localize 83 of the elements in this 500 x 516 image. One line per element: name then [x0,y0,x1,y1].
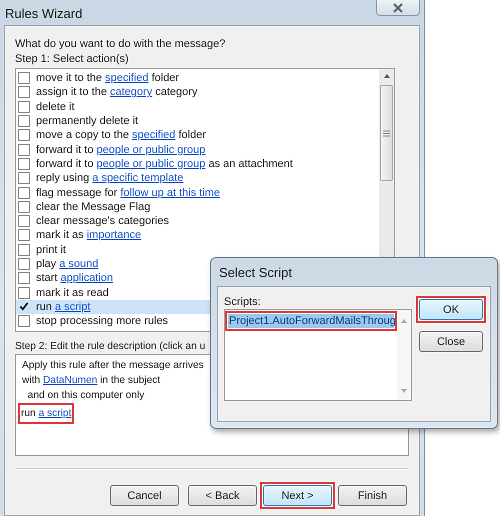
link[interactable]: a specific template [92,172,184,184]
dialog-title: Select Script [218,264,293,282]
list-item[interactable]: forward it to people or public group [16,142,379,157]
checkbox[interactable] [18,186,30,199]
action-label: clear message's categories [36,215,169,228]
list-item[interactable]: delete it [16,100,379,114]
list-item[interactable]: assign it to the category category [16,85,379,100]
list-item[interactable]: flag message for follow up at this time [16,185,379,200]
action-label: start application [36,272,114,284]
link[interactable]: application [60,272,114,284]
list-item[interactable]: clear message's categories [16,214,379,228]
checkbox[interactable] [18,215,30,228]
dialog-button[interactable]: Finish [338,485,407,506]
action-label: clear the Message Flag [36,200,150,213]
action-label: forward it to people or public group [36,144,206,156]
list-item[interactable]: move it to the specified folder [16,71,379,86]
checkbox[interactable] [18,200,30,213]
action-label: play a sound [36,258,98,270]
grip-icon [383,130,390,136]
link[interactable]: a script [38,408,72,419]
link[interactable]: DataNumen [42,375,98,386]
scroll-up-icon[interactable] [382,73,390,79]
action-label: move a copy to the specified folder [36,129,206,142]
action-label: mark it as importance [36,229,142,242]
checkbox[interactable] [18,158,30,170]
list-item[interactable]: permanently delete it [16,114,379,128]
checkbox[interactable] [18,229,30,242]
action-label: reply using a specific template [36,172,184,184]
link[interactable]: specified [105,72,149,84]
action-label: delete it [36,100,75,113]
link[interactable]: importance [86,229,142,242]
list-item[interactable]: mark it as importance [16,228,379,243]
checkbox[interactable] [18,300,30,313]
action-label: stop processing more rules [36,315,168,328]
checkbox[interactable] [18,115,30,128]
dialog-button[interactable]: < Back [188,485,257,506]
checkbox[interactable] [18,258,30,270]
checkbox[interactable] [18,86,30,98]
link[interactable]: people or public group [96,144,206,156]
description-line: with DataNumen in the subject [22,375,160,386]
question-text: What do you want to do with the message? [15,37,226,52]
link[interactable]: category [110,86,152,98]
link[interactable]: a sound [59,258,98,270]
list-item[interactable]: move a copy to the specified folder [16,128,379,142]
scroll-thumb[interactable] [380,85,393,181]
dialog-button[interactable]: Cancel [110,485,179,506]
action-label: print it [36,244,66,256]
checkbox[interactable] [18,144,30,156]
checkbox[interactable] [18,129,30,142]
action-label: assign it to the category category [36,86,198,98]
description-line: run a script [21,408,72,419]
checkbox[interactable] [18,72,30,84]
action-label: mark it as read [36,286,109,299]
step-label: Step 2: Edit the rule description (click an u [15,340,206,354]
action-label: forward it to people or public group as an attachment [36,158,293,170]
list-item[interactable]: reply using a specific template [16,171,379,186]
dialog-button[interactable]: OK [419,299,483,320]
checkbox[interactable] [18,100,30,113]
checkbox[interactable] [18,172,30,184]
list-item[interactable]: print it [16,242,379,257]
checkbox[interactable] [18,286,30,299]
list-item[interactable]: forward it to people or public group as an attachment [16,156,379,172]
window-title: Rules Wizard [5,6,82,21]
action-label: flag message for follow up at this time [36,186,220,199]
link[interactable]: people or public group [96,158,206,170]
description-line: and on this computer only [26,390,144,401]
list-item[interactable]: clear the Message Flag [16,200,379,214]
dialog-button[interactable]: Next > [263,485,332,506]
step-label: Step 1: Select action(s) [15,52,130,67]
checkbox[interactable] [18,272,30,284]
checkbox[interactable] [18,244,30,256]
close-icon [391,2,405,12]
checkbox[interactable] [18,315,30,328]
action-label: permanently delete it [36,115,138,128]
scroll-down-icon[interactable] [400,388,408,394]
action-label: run a script [36,300,90,313]
link[interactable]: follow up at this time [120,186,220,199]
description-line: Apply this rule after the message arrives [22,360,204,371]
action-label: move it to the specified folder [36,72,180,84]
close-button[interactable] [376,0,420,16]
link[interactable]: specified [132,129,176,142]
dialog-button[interactable]: Close [419,331,483,352]
link[interactable]: a script [54,300,90,313]
